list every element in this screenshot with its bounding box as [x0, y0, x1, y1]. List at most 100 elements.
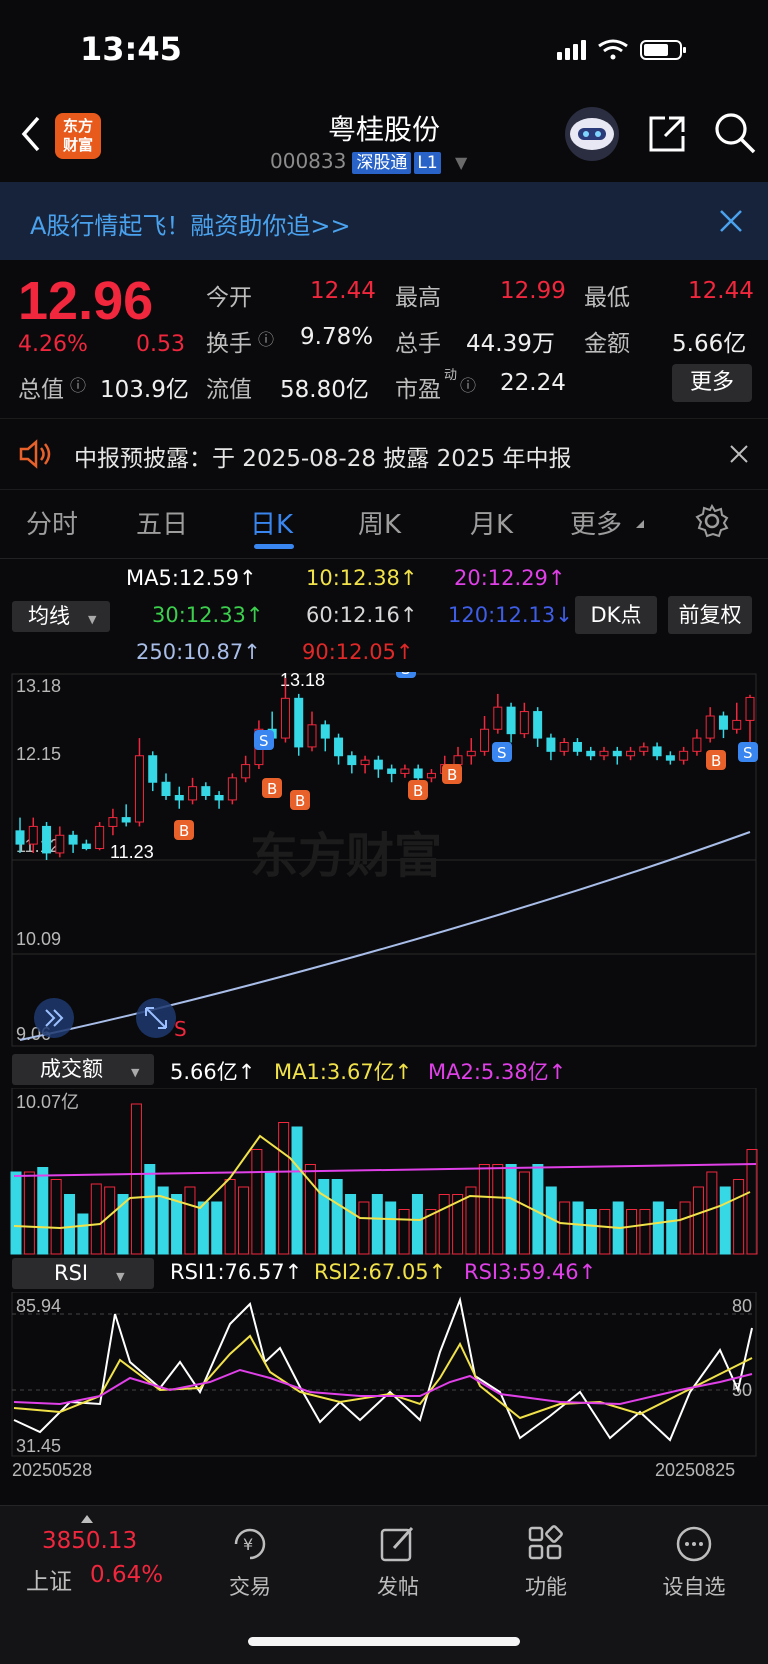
- candle-body: [307, 724, 317, 748]
- tab-5day[interactable]: 五日: [136, 504, 188, 541]
- candle-body: [705, 715, 715, 739]
- nav-functions[interactable]: 功能: [496, 1506, 596, 1601]
- tab-intraday[interactable]: 分时: [26, 504, 78, 541]
- notice-text: 中报预披露：于 2025-08-28 披露 2025 年中报: [74, 446, 572, 472]
- stock-code-row[interactable]: 000833 深股通 L1 ▼: [270, 148, 467, 174]
- volume-bar: [652, 1201, 664, 1255]
- candle-body: [81, 843, 91, 850]
- volume-bar: [639, 1209, 651, 1255]
- volume-axis-top: 10.07亿: [16, 1092, 79, 1112]
- buy-marker-text: B: [179, 822, 189, 840]
- close-icon[interactable]: [716, 206, 746, 236]
- candle-body: [214, 795, 224, 801]
- volume-bar: [706, 1171, 718, 1255]
- rsi-chart[interactable]: 85.94 31.45 80 50 20250528 20250825: [0, 1292, 768, 1488]
- ma120-label: 120:12.13↓: [448, 603, 573, 627]
- share-icon[interactable]: [645, 112, 689, 156]
- more-button[interactable]: 更多: [672, 364, 752, 402]
- ma30-label: 30:12.33↑: [152, 603, 264, 627]
- nav-trade[interactable]: ¥ 交易: [200, 1506, 300, 1601]
- info-icon[interactable]: ⓘ: [460, 372, 476, 396]
- info-icon[interactable]: ⓘ: [70, 372, 86, 396]
- volume-bar: [104, 1186, 116, 1255]
- volume-chart[interactable]: 10.07亿: [0, 1088, 768, 1256]
- volume-indicator-selector[interactable]: 成交额 ▼: [12, 1054, 154, 1085]
- high-label: 最高: [395, 285, 441, 311]
- ma-selector[interactable]: 均线 ▼: [12, 601, 110, 632]
- candle-body: [692, 737, 702, 752]
- battery-icon: [640, 40, 686, 60]
- candle-body: [400, 768, 410, 774]
- nav-post[interactable]: 发帖: [348, 1506, 448, 1601]
- nav-watchlist[interactable]: 设自选: [644, 1506, 744, 1601]
- ma10-label: 10:12.38↑: [306, 566, 418, 590]
- corner-arrow-icon: [636, 520, 644, 528]
- sell-marker-text: S: [401, 672, 411, 678]
- tab-daily-k[interactable]: 日K: [250, 504, 293, 541]
- volume-bar: [264, 1171, 276, 1255]
- tab-more[interactable]: 更多: [570, 504, 622, 541]
- adjust-button[interactable]: 前复权: [668, 596, 752, 634]
- signal-icon: [557, 40, 586, 60]
- tab-monthly-k[interactable]: 月K: [470, 504, 513, 541]
- axis-mid-label: 12.15: [16, 744, 61, 764]
- volume-selector-label: 成交额: [40, 1057, 103, 1081]
- close-icon[interactable]: [728, 443, 750, 465]
- candle-body: [413, 768, 423, 779]
- volume-bar: [251, 1149, 263, 1255]
- notice-bar[interactable]: 中报预披露：于 2025-08-28 披露 2025 年中报: [0, 418, 768, 490]
- gear-icon[interactable]: [695, 504, 729, 538]
- volume-bar: [184, 1186, 196, 1255]
- volume-bar: [90, 1183, 102, 1255]
- more-circle-icon: [676, 1526, 712, 1562]
- total-cap-label: 总值: [18, 377, 64, 403]
- candle-body: [612, 750, 622, 757]
- change-amount: 0.53: [136, 332, 185, 357]
- rsi2-label: RSI2:67.05↑: [314, 1260, 447, 1284]
- volume-bar: [345, 1194, 357, 1255]
- stock-code: 000833: [270, 149, 347, 173]
- kline-chart[interactable]: 东方财富 13.18 12.15 11.12 10.09 9.06 13.18 …: [0, 672, 768, 1050]
- volume-bar: [478, 1164, 490, 1255]
- volume-bar: [505, 1164, 517, 1255]
- volume-ma2-line: [13, 1163, 757, 1177]
- index-value[interactable]: 3850.13: [42, 1528, 137, 1554]
- grid-icon: [528, 1525, 563, 1560]
- rsi1-label: RSI1:76.57↑: [170, 1260, 303, 1284]
- float-cap-value: 58.80亿: [280, 377, 369, 403]
- sell-marker-text: S: [259, 732, 269, 750]
- ma-selector-label: 均线: [28, 604, 70, 628]
- info-icon[interactable]: ⓘ: [258, 326, 274, 350]
- candle-body: [572, 741, 582, 752]
- status-bar: 13:45: [0, 0, 768, 100]
- candle-body: [55, 834, 65, 854]
- candle-body: [320, 724, 330, 739]
- high-value: 12.99: [500, 278, 566, 304]
- dk-point-button[interactable]: DK点: [575, 596, 657, 634]
- volume-bar: [599, 1209, 611, 1255]
- robot-avatar-icon[interactable]: [562, 104, 622, 162]
- buy-marker-text: B: [447, 766, 457, 784]
- promo-banner[interactable]: A股行情起飞！融资助你追>>: [0, 182, 768, 260]
- rsi-indicator-selector[interactable]: RSI ▼: [12, 1258, 154, 1289]
- volume-bar: [224, 1179, 236, 1255]
- axis-l2-label: 10.09: [16, 929, 61, 949]
- search-icon[interactable]: [712, 110, 758, 156]
- change-percent: 4.26%: [18, 332, 88, 357]
- candle-body: [586, 750, 596, 757]
- candle-body: [201, 786, 211, 797]
- candle-body: [665, 755, 675, 761]
- candle-body: [639, 746, 649, 752]
- ma5-label: MA5:12.59↑: [126, 566, 257, 590]
- rsi-selector-label: RSI: [54, 1261, 89, 1285]
- volume-bar: [331, 1179, 343, 1255]
- candle-body: [626, 750, 636, 757]
- tab-weekly-k[interactable]: 周K: [358, 504, 401, 541]
- volume-bar: [585, 1209, 597, 1255]
- volume-bar: [733, 1179, 745, 1255]
- last-price: 12.96: [18, 271, 154, 331]
- volume-bar: [371, 1194, 383, 1255]
- candle-body: [121, 817, 131, 823]
- buy-marker-text: B: [267, 780, 277, 798]
- rsi-ref-80: 80: [732, 1296, 752, 1316]
